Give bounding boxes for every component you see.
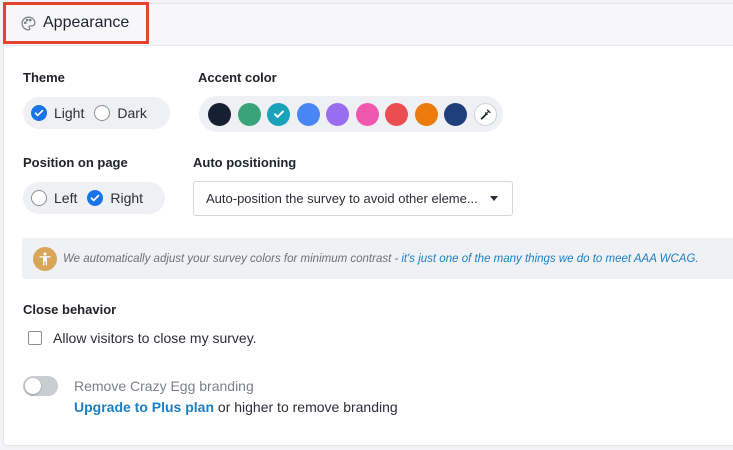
position-label: Position on page xyxy=(23,155,128,170)
allow-close-row: Allow visitors to close my survey. xyxy=(28,330,257,346)
position-option-right[interactable]: Right xyxy=(87,190,143,206)
swatch-purple[interactable] xyxy=(326,102,349,126)
theme-option-dark[interactable]: Dark xyxy=(94,105,147,121)
swatch-blue[interactable] xyxy=(296,102,320,126)
accent-color-swatches xyxy=(199,96,503,132)
eyedropper-icon xyxy=(480,108,491,120)
theme-option-dark-label: Dark xyxy=(117,105,147,121)
close-behavior-label: Close behavior xyxy=(23,302,117,317)
theme-option-light-label: Light xyxy=(54,105,85,121)
radio-unchecked-icon[interactable] xyxy=(31,190,47,206)
swatch-pink[interactable] xyxy=(355,102,379,126)
accent-color-label: Accent color xyxy=(198,70,277,85)
swatch-dark-blue[interactable] xyxy=(444,102,467,126)
contrast-note-text: We automatically adjust your survey colo… xyxy=(63,252,399,265)
upgrade-link[interactable]: Upgrade to Plus plan xyxy=(74,399,214,415)
palette-icon xyxy=(21,15,36,31)
toggle-knob xyxy=(25,378,41,394)
theme-label: Theme xyxy=(23,70,65,85)
radio-checked-icon[interactable] xyxy=(31,105,47,121)
auto-positioning-label: Auto positioning xyxy=(193,155,297,170)
page-title: Appearance xyxy=(43,14,130,31)
swatch-navy[interactable] xyxy=(208,102,231,126)
remove-branding-label: Remove Crazy Egg branding xyxy=(74,378,254,394)
auto-positioning-value: Auto-position the survey to avoid other … xyxy=(206,191,478,206)
custom-color-picker[interactable] xyxy=(473,102,497,126)
swatch-orange[interactable] xyxy=(414,102,438,126)
swatch-red[interactable] xyxy=(385,102,408,126)
position-option-right-label: Right xyxy=(110,190,144,206)
allow-close-label: Allow visitors to close my survey. xyxy=(53,330,257,346)
upgrade-suffix: or higher to remove branding xyxy=(217,399,398,415)
wcag-link[interactable]: it's just one of the many things we do t… xyxy=(401,253,698,265)
accessibility-icon xyxy=(33,246,57,271)
chevron-down-icon xyxy=(490,196,498,201)
theme-option-light[interactable]: Light xyxy=(31,105,84,121)
theme-radio-group: Light Dark xyxy=(23,97,170,129)
branding-row: Remove Crazy Egg branding xyxy=(23,376,254,396)
position-option-left[interactable]: Left xyxy=(31,190,77,206)
position-option-left-label: Left xyxy=(54,190,78,206)
check-icon xyxy=(273,110,284,118)
radio-unchecked-icon[interactable] xyxy=(94,105,111,121)
upgrade-text: Upgrade to Plus plan or higher to remove… xyxy=(74,399,398,415)
position-radio-group: Left Right xyxy=(23,182,165,214)
contrast-note: We automatically adjust your survey colo… xyxy=(22,238,733,279)
swatch-teal-selected[interactable] xyxy=(267,102,290,126)
auto-positioning-select[interactable]: Auto-position the survey to avoid other … xyxy=(193,181,513,216)
allow-close-checkbox[interactable] xyxy=(28,331,42,345)
radio-checked-icon[interactable] xyxy=(87,190,104,206)
remove-branding-toggle[interactable] xyxy=(23,376,58,396)
swatch-green[interactable] xyxy=(237,102,261,126)
appearance-title-box: Appearance xyxy=(3,2,149,44)
